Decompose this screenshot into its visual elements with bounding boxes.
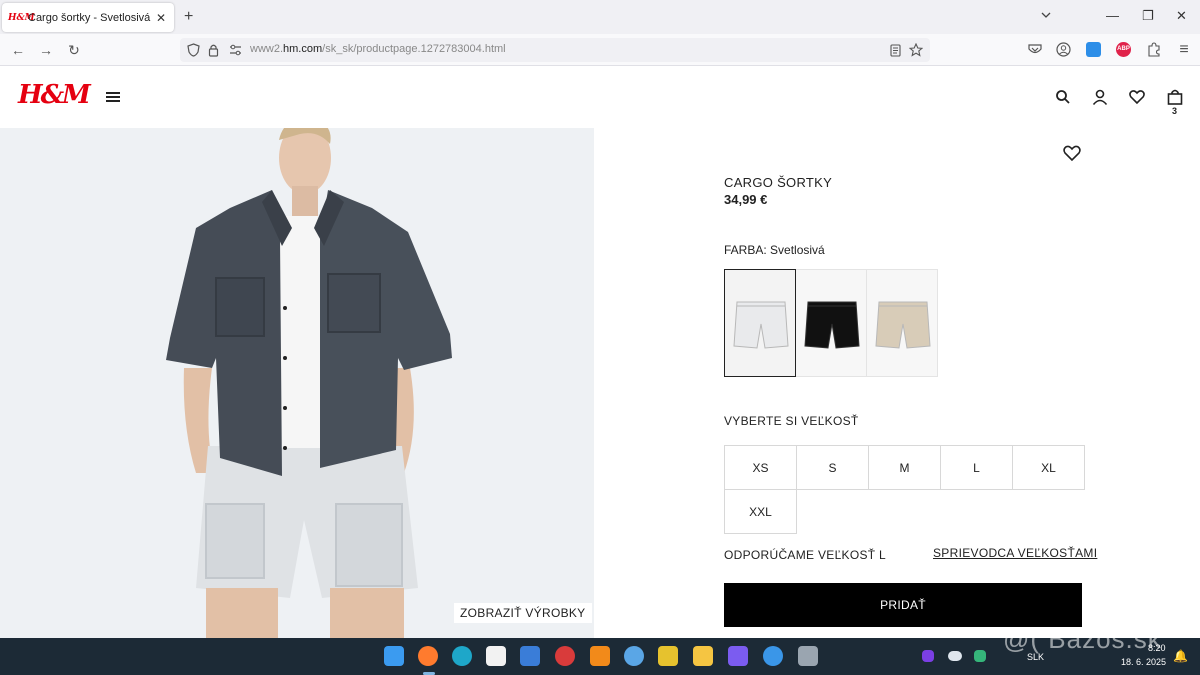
browser-tab[interactable]: H&M Cargo šortky - Svetlosivá - MUŽ ✕: [2, 3, 174, 32]
clock-date[interactable]: 18. 6. 2025: [1121, 657, 1166, 667]
store-icon[interactable]: [486, 646, 506, 666]
adblock-icon[interactable]: ABP: [1116, 42, 1131, 57]
close-window-icon[interactable]: ✕: [1176, 8, 1187, 24]
browser-tab-bar: H&M Cargo šortky - Svetlosivá - MUŽ ✕ + …: [0, 0, 1200, 34]
pocket-icon[interactable]: [1028, 43, 1042, 56]
lock-icon[interactable]: [208, 43, 219, 57]
file-explorer-icon[interactable]: [693, 646, 713, 666]
url-text: www2.hm.com/sk_sk/productpage.1272783004…: [250, 43, 506, 55]
close-tab-icon[interactable]: ✕: [156, 11, 166, 25]
shorts-thumbnail: [804, 301, 860, 349]
menu-icon[interactable]: ≡: [1176, 41, 1192, 58]
app-red-icon[interactable]: [555, 646, 575, 666]
size-option-xl[interactable]: XL: [1012, 445, 1085, 490]
size-option-xs[interactable]: XS: [724, 445, 797, 490]
bazos-watermark: @( Bazos.sk: [1003, 624, 1162, 654]
size-option-m[interactable]: M: [868, 445, 941, 490]
color-label: FARBA: Svetlosivá: [724, 243, 825, 257]
notification-bell-icon[interactable]: 🔔: [1173, 649, 1188, 663]
extensions-puzzle-icon[interactable]: [1147, 42, 1161, 57]
shorts-thumbnail: [875, 301, 931, 349]
size-label: VYBERTE SI VEĽKOSŤ: [724, 414, 859, 428]
add-to-bag-button[interactable]: PRIDAŤ: [724, 583, 1082, 627]
back-icon[interactable]: ←: [10, 42, 26, 58]
account-icon[interactable]: [1056, 42, 1071, 57]
hamburger-menu-icon[interactable]: [106, 92, 120, 102]
show-products-button[interactable]: ZOBRAZIŤ VÝROBKY: [454, 603, 592, 623]
color-swatches: [724, 269, 938, 377]
list-all-tabs-icon[interactable]: [1040, 9, 1052, 21]
hm-favicon-icon: H&M: [8, 12, 35, 23]
model-photo: [166, 128, 452, 638]
size-option-s[interactable]: S: [796, 445, 869, 490]
app-purple-icon[interactable]: [728, 646, 748, 666]
new-tab-icon[interactable]: +: [184, 8, 193, 26]
reader-view-icon[interactable]: [890, 44, 901, 57]
firefox-icon[interactable]: [418, 646, 438, 666]
calculator-icon[interactable]: [798, 646, 818, 666]
favorites-heart-icon[interactable]: [1128, 88, 1146, 106]
swatch-beige[interactable]: [866, 269, 938, 377]
shopping-bag-icon[interactable]: [1166, 88, 1184, 106]
restore-icon[interactable]: ❐: [1142, 8, 1154, 24]
start-menu-icon[interactable]: [384, 646, 404, 666]
tab-title: Cargo šortky - Svetlosivá - MUŽ: [28, 11, 152, 24]
onenote-icon[interactable]: [922, 650, 934, 662]
forward-icon[interactable]: →: [38, 42, 54, 58]
product-title: CARGO ŠORTKY: [724, 175, 833, 190]
swatch-black[interactable]: [795, 269, 867, 377]
size-selector: XS S M L XL XXL: [724, 445, 1085, 534]
size-guide-link[interactable]: SPRIEVODCA VEĽKOSŤAMI: [933, 546, 1097, 560]
product-price: 34,99 €: [724, 192, 768, 207]
account-icon[interactable]: [1091, 88, 1109, 106]
onedrive-icon[interactable]: [948, 651, 962, 661]
hm-logo[interactable]: H&M: [18, 80, 91, 110]
edge-icon[interactable]: [452, 646, 472, 666]
size-option-l[interactable]: L: [940, 445, 1013, 490]
swatch-light-grey[interactable]: [724, 269, 796, 377]
size-option-xxl[interactable]: XXL: [724, 489, 797, 534]
site-header: H&M 3: [0, 66, 1200, 128]
app-blue-icon[interactable]: [624, 646, 644, 666]
size-recommendation: ODPORÚČAME VEĽKOSŤ L: [724, 548, 887, 562]
tray-app-icon[interactable]: [974, 650, 986, 662]
vlc-icon[interactable]: [590, 646, 610, 666]
bookmark-star-icon[interactable]: [909, 43, 923, 57]
app-help-icon[interactable]: [763, 646, 783, 666]
minimize-icon[interactable]: —: [1106, 8, 1119, 23]
product-image[interactable]: [0, 128, 594, 638]
shield-icon[interactable]: [187, 43, 200, 57]
address-bar[interactable]: www2.hm.com/sk_sk/productpage.1272783004…: [180, 38, 930, 62]
shorts-thumbnail: [733, 301, 789, 349]
reload-icon[interactable]: ↻: [66, 42, 82, 58]
add-to-favorites-heart-icon[interactable]: [1062, 144, 1082, 162]
search-icon[interactable]: [1054, 88, 1072, 106]
cart-count-badge: 3: [1172, 106, 1178, 116]
browser-nav-bar: ← → ↻ www2.hm.com/sk_sk/productpage.1272…: [0, 34, 1200, 66]
mytube-icon[interactable]: [520, 646, 540, 666]
app-yellow-icon[interactable]: [658, 646, 678, 666]
extension-bird-icon[interactable]: [1086, 42, 1101, 57]
permissions-icon[interactable]: [229, 44, 242, 56]
